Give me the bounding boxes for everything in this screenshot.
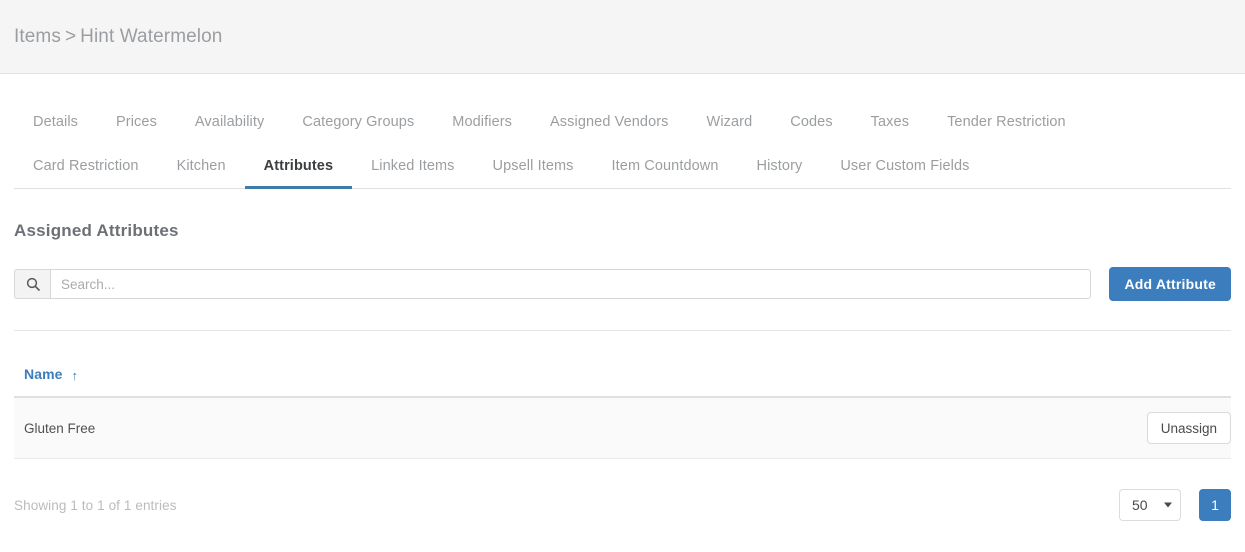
tab-taxes[interactable]: Taxes (852, 115, 928, 146)
breadcrumb: Items>Hint Watermelon (14, 26, 222, 48)
tab-modifiers[interactable]: Modifiers (433, 115, 531, 146)
column-header-name[interactable]: Name ↑ (14, 366, 613, 397)
tab-kitchen[interactable]: Kitchen (158, 159, 245, 190)
unassign-button[interactable]: Unassign (1147, 412, 1231, 444)
tab-linked-items[interactable]: Linked Items (352, 159, 473, 190)
tab-row-2: Card Restriction Kitchen Attributes Link… (14, 144, 1231, 188)
tab-codes[interactable]: Codes (771, 115, 851, 146)
breadcrumb-current: Hint Watermelon (80, 26, 222, 47)
tab-availability[interactable]: Availability (176, 115, 283, 146)
tab-prices[interactable]: Prices (97, 115, 176, 146)
sort-ascending-icon[interactable]: ↑ (72, 368, 79, 383)
tab-upsell-items[interactable]: Upsell Items (474, 159, 593, 190)
tab-assigned-vendors[interactable]: Assigned Vendors (531, 115, 688, 146)
tab-details[interactable]: Details (14, 115, 97, 146)
table-body: Gluten Free Unassign (14, 397, 1231, 459)
entries-info: Showing 1 to 1 of 1 entries (14, 498, 177, 513)
cell-actions: Unassign (613, 397, 1231, 459)
tab-category-groups[interactable]: Category Groups (283, 115, 433, 146)
page-size-select[interactable]: 50 (1119, 489, 1181, 521)
search-input[interactable] (50, 269, 1091, 299)
tab-item-countdown[interactable]: Item Countdown (593, 159, 738, 190)
table-header-row: Name ↑ (14, 366, 1231, 397)
breadcrumb-parent[interactable]: Items (14, 26, 61, 47)
column-header-label: Name (24, 366, 63, 382)
tab-wizard[interactable]: Wizard (688, 115, 772, 146)
tab-row-1: Details Prices Availability Category Gro… (14, 100, 1231, 144)
cell-attribute-name: Gluten Free (14, 397, 613, 459)
page-size-select-wrap: 50 (1119, 489, 1181, 521)
tab-tender-restriction[interactable]: Tender Restriction (928, 115, 1085, 146)
page-header: Items>Hint Watermelon (0, 0, 1245, 74)
breadcrumb-separator: > (65, 26, 76, 47)
page-button-1[interactable]: 1 (1199, 489, 1231, 521)
tab-history[interactable]: History (738, 159, 822, 190)
assigned-attributes-table: Name ↑ Gluten Free Unassign (14, 366, 1231, 459)
tab-user-custom-fields[interactable]: User Custom Fields (821, 159, 988, 190)
table-footer: Showing 1 to 1 of 1 entries 50 1 (14, 489, 1231, 521)
search-group (14, 269, 1091, 299)
search-icon (14, 269, 50, 299)
tab-card-restriction[interactable]: Card Restriction (14, 159, 158, 190)
add-attribute-button[interactable]: Add Attribute (1109, 267, 1231, 301)
table-row: Gluten Free Unassign (14, 397, 1231, 459)
table-head: Name ↑ (14, 366, 1231, 397)
pagination-controls: 50 1 (1119, 489, 1231, 521)
tab-attributes[interactable]: Attributes (245, 159, 352, 190)
section-divider (14, 330, 1231, 331)
column-header-actions (613, 366, 1231, 397)
search-toolbar: Add Attribute (14, 267, 1231, 301)
tab-navigation: Details Prices Availability Category Gro… (0, 74, 1245, 189)
page-title: Assigned Attributes (14, 221, 1245, 241)
